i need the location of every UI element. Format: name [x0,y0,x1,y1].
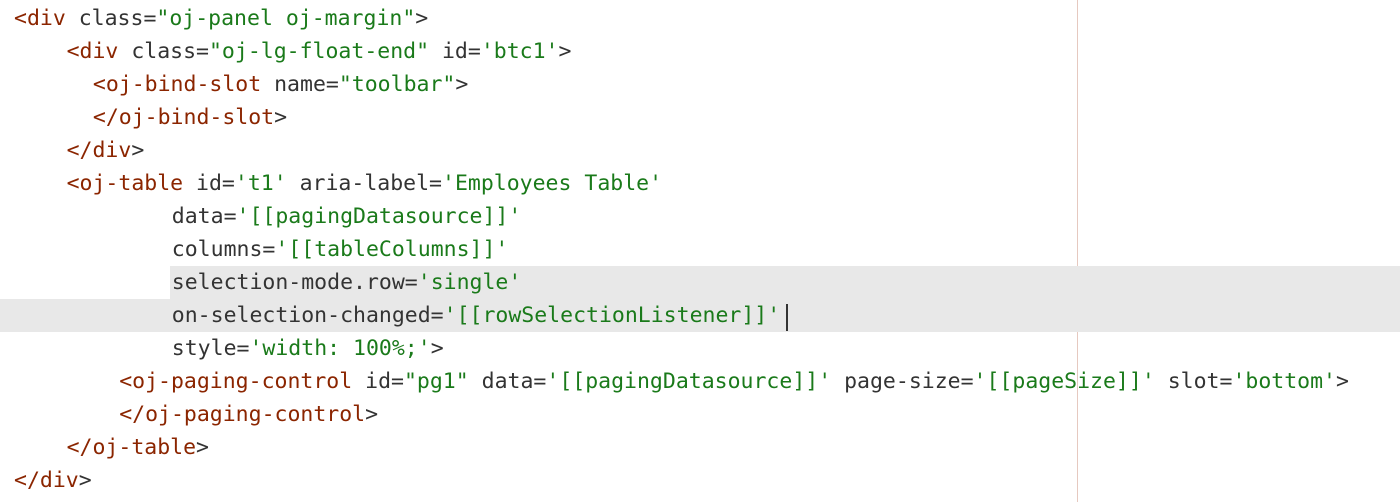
code-line-text: <div class="oj-lg-float-end" id='btc1'> [67,35,572,68]
code-token-punct: > [1336,369,1349,394]
code-token-attr: columns= [171,237,276,262]
code-token-attr: on-selection-changed= [171,303,444,328]
code-token-punct: > [196,435,209,460]
code-token-tag: <div [14,6,66,31]
code-token-attr: data= [171,204,237,229]
code-line[interactable]: style='width: 100%;'> [0,332,1400,365]
code-token-attr: id= [352,369,404,394]
code-token-tag: <div [66,39,119,64]
code-token-str: "pg1" [403,369,469,394]
code-line-text: </oj-bind-slot> [93,101,287,134]
code-line-text: data='[[pagingDatasource]]' [172,200,522,233]
code-line-text: <div class="oj-panel oj-margin"> [14,2,428,35]
code-line-text: style='width: 100%;'> [172,332,444,365]
code-line[interactable]: columns='[[tableColumns]]' [0,233,1400,266]
code-line[interactable]: data='[[pagingDatasource]]' [0,200,1400,233]
code-token-attr: class= [118,39,209,64]
code-token-str: 'Employees Table' [442,171,663,196]
code-token-attr: name= [261,72,339,97]
code-line[interactable]: <div class="oj-lg-float-end" id='btc1'> [0,35,1400,68]
code-line[interactable]: <oj-bind-slot name="toolbar"> [0,68,1400,101]
code-line[interactable]: <div class="oj-panel oj-margin"> [0,2,1400,35]
code-line[interactable]: selection-mode.row='single' [169,266,1400,299]
code-line-text: </div> [14,464,92,497]
code-token-tag: <oj-paging-control [119,369,353,394]
code-line-text: <oj-paging-control id="pg1" data='[[pagi… [119,365,1349,398]
code-line-text: selection-mode.row='single' [172,266,522,299]
text-cursor [786,304,788,331]
code-token-tag: <oj-bind-slot [92,72,262,97]
code-token-attr: style= [171,336,250,361]
code-token-tag: </oj-table [66,435,197,460]
code-token-attr: page-size= [831,369,974,394]
code-line-text: </oj-table> [67,431,209,464]
code-token-tag: </div [14,468,79,493]
code-token-str: '[[tableColumns]]' [275,237,509,262]
code-token-punct: > [455,72,469,97]
code-line-text: <oj-bind-slot name="toolbar"> [93,68,468,101]
code-token-attr: id= [429,39,481,64]
code-line[interactable]: <oj-table id='t1' aria-label='Employees … [0,167,1400,200]
code-token-tag: </div [66,138,132,163]
code-token-str: 'bottom' [1232,369,1336,394]
code-line-text: <oj-table id='t1' aria-label='Employees … [67,167,662,200]
code-token-punct: > [274,105,288,130]
code-line[interactable]: </div> [0,464,1400,497]
code-editor[interactable]: <div class="oj-panel oj-margin"> <div cla… [0,0,1400,502]
code-token-str: "toolbar" [338,72,456,97]
code-line[interactable]: </oj-bind-slot> [0,101,1400,134]
code-token-tag: <oj-table [66,171,184,196]
code-token-attr: class= [65,6,157,31]
code-line[interactable]: </div> [0,134,1400,167]
code-token-str: '[[rowSelectionListener]]' [443,303,781,328]
code-token-str: "oj-panel oj-margin" [156,6,416,31]
code-token-punct: > [430,336,444,361]
code-line[interactable]: </oj-paging-control> [0,398,1400,431]
code-line-text: on-selection-changed='[[rowSelectionList… [172,299,780,332]
code-token-attr: data= [468,369,547,394]
code-line-text: </oj-paging-control> [119,398,378,431]
code-token-tag: </oj-paging-control [119,402,366,427]
code-token-str: '[[pagingDatasource]]' [546,369,832,394]
code-line[interactable]: <oj-paging-control id="pg1" data='[[pagi… [0,365,1400,398]
code-token-str: 't1' [234,171,287,196]
code-token-attr: slot= [1154,369,1233,394]
code-token-punct: > [558,39,572,64]
code-token-attr: selection-mode.row= [171,270,418,295]
code-token-punct: > [415,6,429,31]
code-token-str: '[[pageSize]]' [973,369,1155,394]
code-token-tag: </oj-bind-slot [92,105,275,130]
code-token-str: 'width: 100%;' [249,336,431,361]
code-token-str: 'btc1' [480,39,559,64]
code-line[interactable]: </oj-table> [0,431,1400,464]
code-line[interactable]: on-selection-changed='[[rowSelectionList… [0,299,1400,332]
code-token-punct: > [131,138,145,163]
code-token-str: "oj-lg-float-end" [208,39,430,64]
code-token-attr: aria-label= [286,171,442,196]
code-token-punct: > [365,402,379,427]
code-line-text: columns='[[tableColumns]]' [172,233,509,266]
code-line-text: </div> [67,134,145,167]
code-token-str: '[[pagingDatasource]]' [236,204,522,229]
code-token-str: 'single' [417,270,522,295]
code-token-attr: id= [183,171,235,196]
code-token-punct: > [78,468,92,493]
